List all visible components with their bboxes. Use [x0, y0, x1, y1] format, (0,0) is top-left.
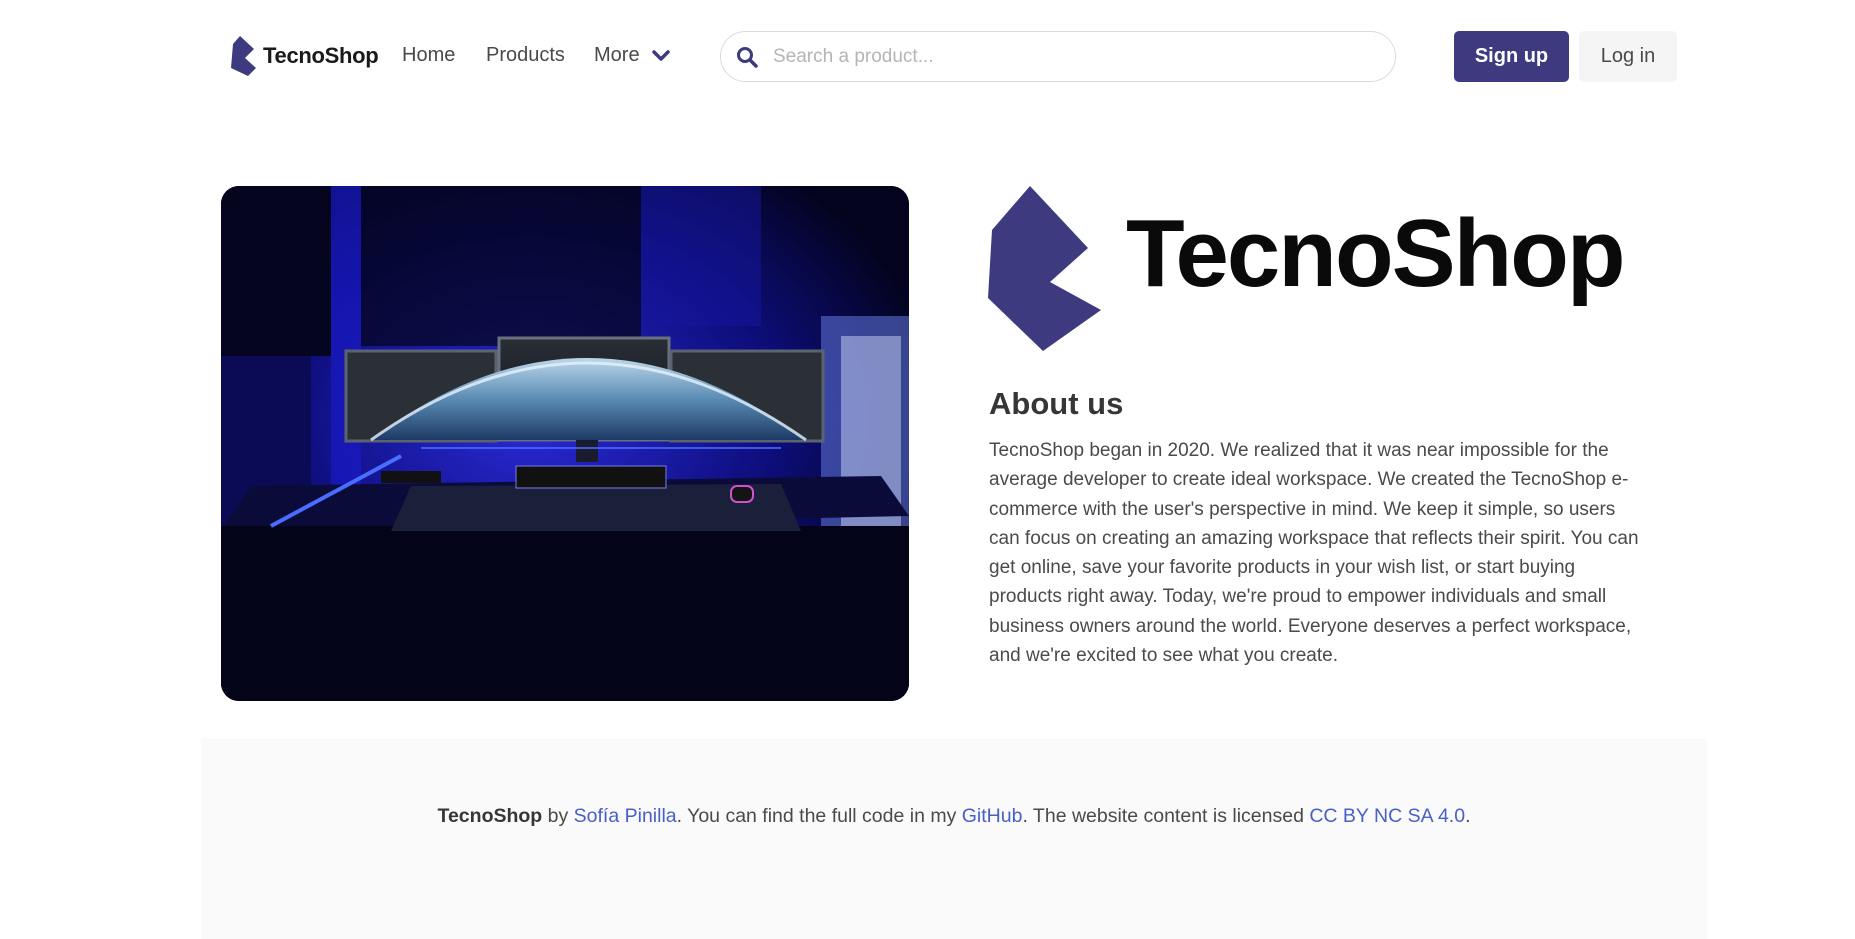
about-title: About us [989, 386, 1124, 421]
footer-brand: TecnoShop [437, 805, 543, 827]
footer: TecnoShop by Sofía Pinilla. You can find… [201, 739, 1707, 939]
search-icon [737, 47, 758, 68]
tecnoshop-logo-icon [988, 186, 1101, 351]
license-link[interactable]: CC BY NC SA 4.0 [1309, 805, 1465, 827]
footer-license-pre: . The website content is licensed [1022, 805, 1310, 827]
about-text: TecnoShop began in 2020. We realized tha… [989, 440, 1639, 667]
tecnoshop-logo-icon [231, 36, 256, 76]
brand-name: TecnoShop [263, 43, 379, 68]
chevron-down-icon [651, 49, 670, 61]
nav-home[interactable]: Home [402, 44, 455, 67]
login-button[interactable]: Log in [1579, 31, 1677, 82]
brand-link[interactable]: TecnoShop [230, 36, 379, 76]
footer-end: . [1465, 805, 1471, 827]
nav-more-dropdown[interactable]: More [594, 44, 670, 67]
hero-logo-text: TecnoShop [1126, 200, 1626, 307]
footer-text: TecnoShop by Sofía Pinilla. You can find… [201, 805, 1707, 828]
footer-by: by [542, 805, 574, 827]
hero-logo: TecnoShop [988, 186, 1638, 351]
signup-button[interactable]: Sign up [1454, 31, 1569, 82]
navbar: TecnoShop Home Products More Sign up Log… [0, 0, 1855, 114]
nav-products[interactable]: Products [486, 44, 565, 67]
author-link[interactable]: Sofía Pinilla [574, 805, 677, 827]
github-link[interactable]: GitHub [962, 805, 1023, 827]
search-box [720, 31, 1396, 82]
nav-more-label: More [594, 44, 640, 66]
workspace-photo [221, 186, 909, 701]
search-input[interactable] [773, 40, 1373, 74]
footer-mid: . You can find the full code in my [676, 805, 962, 827]
